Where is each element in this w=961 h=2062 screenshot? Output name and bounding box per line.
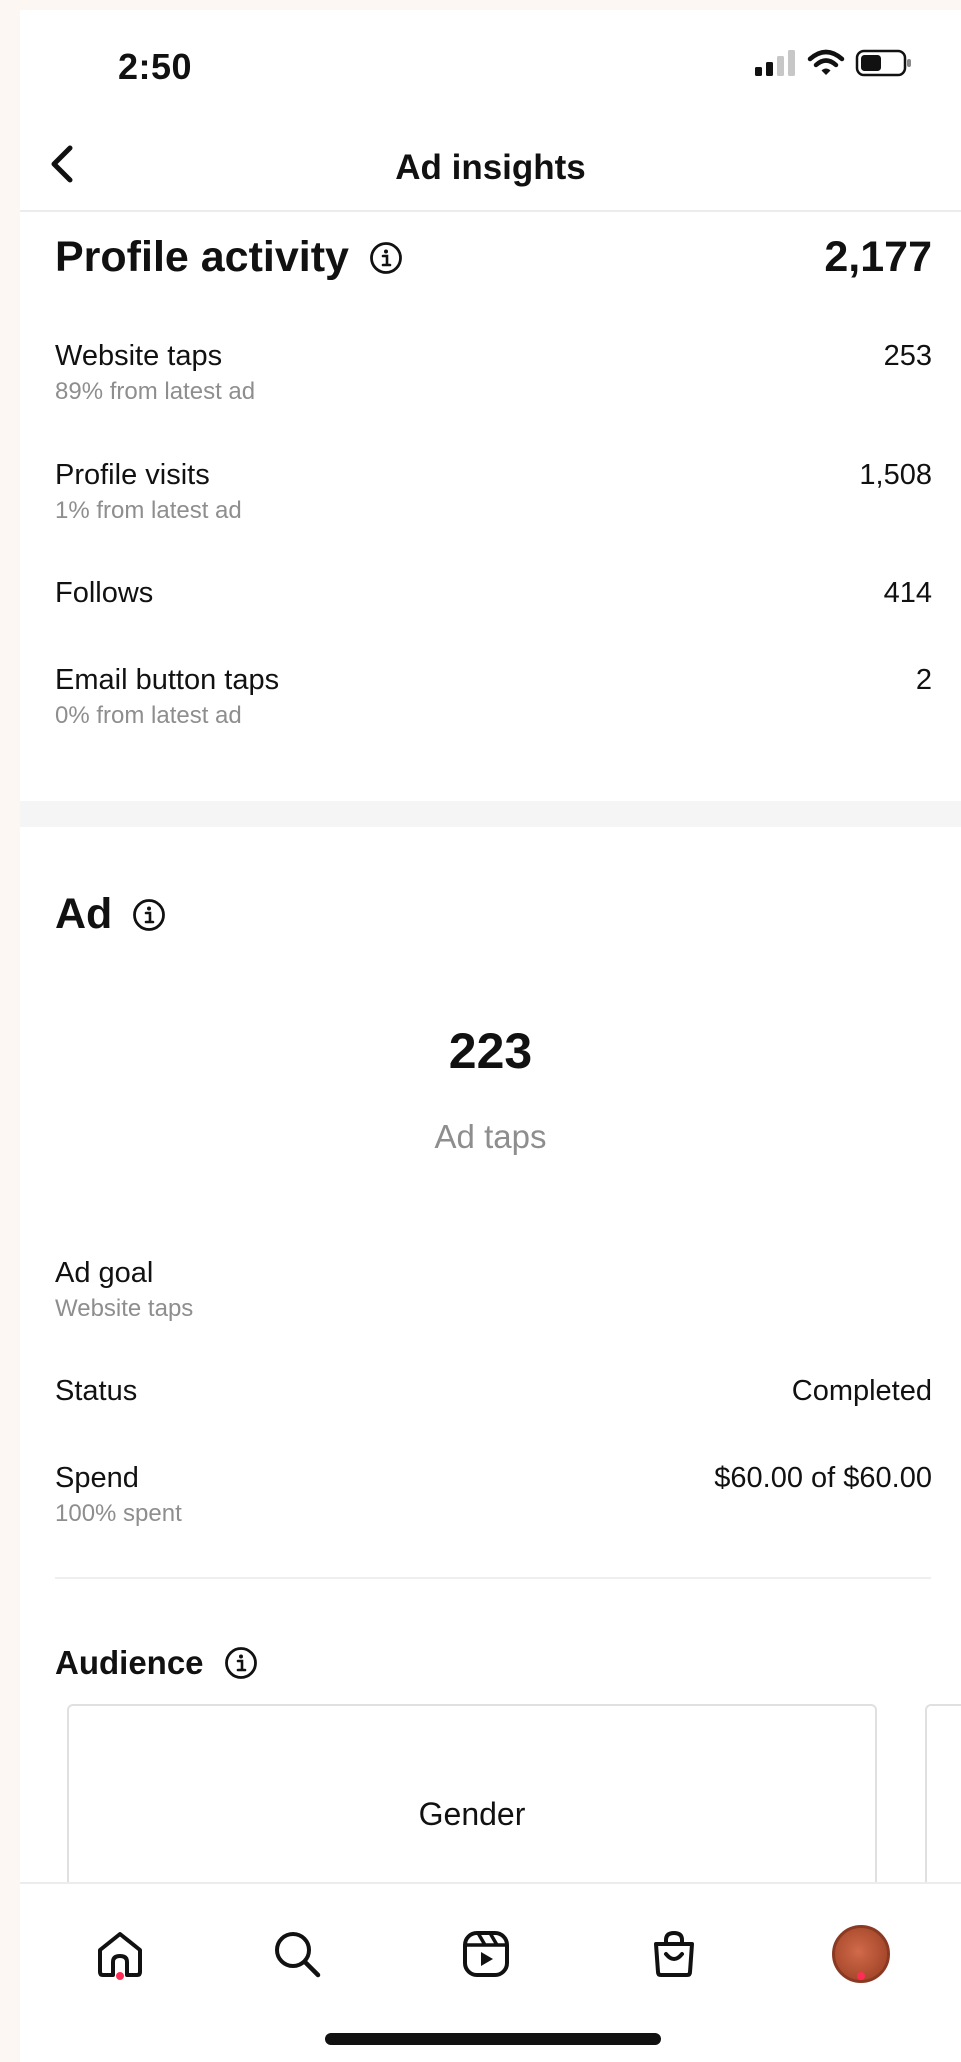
gender-card-title: Gender	[418, 1796, 526, 1832]
profile-activity-title: Profile activity	[55, 233, 349, 281]
audience-title: Audience	[55, 1644, 204, 1681]
page-title: Ad insights	[395, 148, 586, 187]
website-taps-sub: 89% from latest ad	[55, 378, 256, 405]
header-divider	[20, 210, 961, 212]
profile-activity-total: 2,177	[824, 233, 932, 281]
ad-divider	[55, 1577, 931, 1579]
home-notification-dot	[116, 1972, 124, 1980]
profile-visits-label: Profile visits	[55, 459, 210, 491]
shop-icon	[654, 1930, 694, 1977]
profile-visits-value: 1,508	[859, 459, 932, 491]
email-button-taps-label: Email button taps	[55, 664, 280, 696]
tab-search[interactable]	[267, 1924, 327, 1984]
cellular-signal-icon	[755, 50, 795, 76]
status-icons	[753, 48, 913, 78]
profile-activity-header: Profile activity	[55, 233, 403, 282]
spend-value: $60.00 of $60.00	[714, 1462, 932, 1494]
ad-title: Ad	[55, 890, 113, 938]
ad-taps-count: 223	[448, 1023, 533, 1079]
spend-label: Spend	[55, 1462, 139, 1494]
wifi-icon	[807, 49, 845, 75]
info-icon[interactable]	[132, 898, 166, 932]
ad-goal-label: Ad goal	[55, 1257, 154, 1289]
audience-header: Audience	[55, 1644, 258, 1682]
email-button-taps-sub: 0% from latest ad	[55, 702, 242, 729]
info-icon[interactable]	[224, 1646, 258, 1680]
follows-value: 414	[883, 577, 932, 609]
email-button-taps-value: 2	[915, 664, 932, 696]
tab-shop[interactable]	[644, 1924, 704, 1984]
profile-notification-dot	[857, 1972, 865, 1980]
search-icon	[275, 1932, 321, 1978]
profile-visits-sub: 1% from latest ad	[55, 497, 242, 524]
website-taps-value: 253	[883, 340, 932, 372]
section-separator	[20, 801, 961, 827]
ad-goal-value: Website taps	[55, 1295, 194, 1322]
follows-label: Follows	[55, 577, 154, 609]
website-taps-label: Website taps	[55, 340, 223, 372]
tab-reels[interactable]	[456, 1924, 516, 1984]
status-value: Completed	[791, 1375, 932, 1407]
status-label: Status	[55, 1375, 138, 1407]
home-indicator	[325, 2033, 661, 2045]
reels-icon	[463, 1931, 509, 1977]
status-time: 2:50	[118, 46, 193, 87]
battery-icon	[855, 49, 911, 77]
spend-sub: 100% spent	[55, 1500, 182, 1527]
info-icon[interactable]	[369, 241, 403, 275]
ad-header: Ad	[55, 890, 166, 939]
ad-taps-label: Ad taps	[434, 1118, 547, 1155]
screen: 2:50 Ad insights Profile activity 2,177 …	[20, 10, 961, 2062]
